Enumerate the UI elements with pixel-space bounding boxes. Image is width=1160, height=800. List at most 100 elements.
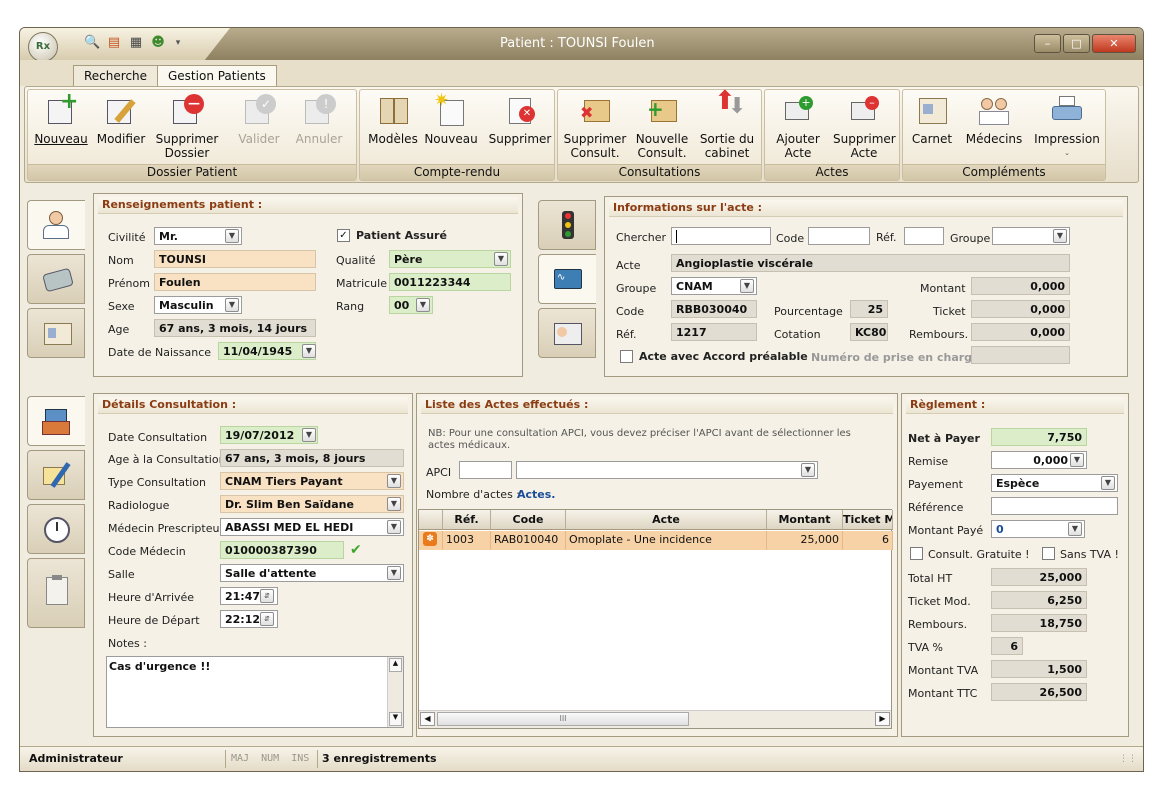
- calendar-icon[interactable]: ▦: [128, 35, 144, 51]
- sans-tva-checkbox[interactable]: [1042, 547, 1055, 560]
- id-card-icon: [42, 319, 72, 349]
- ribbon-group-compte-rendu: Modèles ✷ Nouveau ✕ Supprimer Compte-ren…: [359, 89, 555, 181]
- spinner-icon[interactable]: ⇵: [260, 612, 274, 626]
- chevron-down-icon[interactable]: ▼: [225, 229, 239, 243]
- reference-input[interactable]: [991, 497, 1118, 515]
- clipboard-icon: [42, 575, 72, 605]
- chevron-down-icon[interactable]: ▼: [801, 463, 815, 477]
- chevron-down-icon[interactable]: ▼: [494, 252, 508, 266]
- medecin-label: Médecin Prescripteur: [108, 522, 224, 535]
- tab-recherche[interactable]: Recherche: [73, 65, 159, 87]
- sortie-cabinet-button[interactable]: ⬆ ⬇ Sortie du cabinet: [696, 88, 758, 160]
- chevron-down-icon[interactable]: ▼: [387, 497, 401, 511]
- montant-label: Montant: [920, 282, 966, 295]
- rembours-field: 0,000: [971, 323, 1070, 341]
- chevron-down-icon[interactable]: ▼: [416, 298, 430, 312]
- chevron-up-icon[interactable]: ▲: [389, 658, 402, 672]
- tab-prescription[interactable]: [27, 450, 85, 500]
- search-icon[interactable]: 🔍: [84, 35, 100, 51]
- apci-code-input[interactable]: [459, 461, 512, 479]
- tab-gestion-patients[interactable]: Gestion Patients: [157, 65, 277, 87]
- supprimer-acte-button[interactable]: – Supprimer Acte: [833, 92, 896, 160]
- tab-payment-card[interactable]: [27, 254, 85, 304]
- chevron-down-icon[interactable]: ▼: [302, 344, 316, 358]
- tab-doctor-screen[interactable]: [538, 308, 596, 358]
- payement-select[interactable]: Espèce: [991, 474, 1118, 492]
- impression-button[interactable]: Impression ⌄: [1031, 92, 1103, 160]
- ref-search-input[interactable]: [904, 227, 944, 245]
- chevron-down-icon[interactable]: ▼: [1101, 476, 1115, 490]
- chevron-left-icon[interactable]: ◀: [420, 712, 435, 726]
- code-medecin-field[interactable]: 010000387390: [220, 541, 344, 559]
- tab-consultation[interactable]: [27, 396, 85, 446]
- notes-textarea[interactable]: Cas d'urgence !! ▲ ▼: [106, 656, 404, 728]
- chercher-input[interactable]: [671, 227, 771, 245]
- scroll-thumb[interactable]: III: [437, 712, 689, 726]
- supprimer-dossier-button[interactable]: — Supprimer Dossier: [152, 92, 222, 160]
- tab-timer[interactable]: [27, 504, 85, 554]
- patient-assure-checkbox[interactable]: ✓: [337, 229, 350, 242]
- chevron-down-icon[interactable]: ▼: [302, 428, 316, 442]
- minimize-button[interactable]: –: [1034, 34, 1061, 53]
- medecin-select[interactable]: ABASSI MED EL HEDI: [220, 518, 404, 536]
- ticket-mod-field: 6,250: [991, 591, 1087, 609]
- close-button[interactable]: ✕: [1092, 34, 1136, 53]
- chevron-down-icon[interactable]: ▼: [740, 279, 754, 293]
- ajouter-acte-button[interactable]: + Ajouter Acte: [769, 92, 827, 160]
- database-icon[interactable]: ▤: [106, 35, 122, 51]
- tab-traffic-light[interactable]: [538, 200, 596, 250]
- nom-field[interactable]: TOUNSI: [154, 250, 316, 268]
- chevron-down-icon[interactable]: ▼: [387, 474, 401, 488]
- salle-select[interactable]: Salle d'attente: [220, 564, 404, 582]
- radiologue-select[interactable]: Dr. Slim Ben Saïdane: [220, 495, 404, 513]
- column-header-ref[interactable]: Réf.: [443, 510, 491, 530]
- carnet-button[interactable]: Carnet: [907, 92, 957, 146]
- gratuite-checkbox[interactable]: [910, 547, 923, 560]
- modifier-dossier-button[interactable]: Modifier: [96, 92, 146, 146]
- supprimer-consult-button[interactable]: ✖ Supprimer Consult.: [562, 92, 628, 160]
- panel-title: Règlement :: [906, 397, 1124, 414]
- chevron-down-icon[interactable]: ▼: [1070, 453, 1084, 467]
- chevron-right-icon[interactable]: ▶: [875, 712, 890, 726]
- column-header-code[interactable]: Code: [491, 510, 566, 530]
- supprimer-compte-rendu-button[interactable]: ✕ Supprimer: [488, 92, 552, 146]
- scrollbar[interactable]: ▲ ▼: [387, 657, 403, 727]
- nouveau-dossier-button[interactable]: + Nouveau: [34, 91, 88, 147]
- chevron-down-icon[interactable]: ▼: [387, 566, 401, 580]
- medecins-button[interactable]: Médecins: [963, 92, 1025, 146]
- column-header-ticket[interactable]: Ticket M: [843, 510, 893, 530]
- chevron-down-icon[interactable]: ▼: [225, 298, 239, 312]
- montant-ttc-field: 26,500: [991, 683, 1087, 701]
- app-menu-button[interactable]: Rx: [28, 32, 58, 62]
- apci-select[interactable]: [516, 461, 818, 479]
- chevron-down-icon[interactable]: ▼: [389, 712, 402, 726]
- maximize-button[interactable]: □: [1063, 34, 1090, 53]
- chevron-down-icon[interactable]: ▼: [1068, 522, 1082, 536]
- nouvelle-consult-button[interactable]: + Nouvelle Consult.: [632, 92, 692, 160]
- code-search-input[interactable]: [808, 227, 870, 245]
- resize-grip-icon[interactable]: ⋮⋮: [1119, 747, 1137, 771]
- qualite-select[interactable]: Père: [389, 250, 511, 268]
- modeles-button[interactable]: Modèles: [366, 92, 420, 146]
- matricule-field[interactable]: 0011223344: [389, 273, 511, 291]
- table-header-icon: [419, 510, 443, 530]
- chevron-down-icon[interactable]: ▼: [1053, 229, 1067, 243]
- ticket-mod-label: Ticket Mod.: [908, 595, 971, 608]
- user-icon[interactable]: ☻: [150, 35, 166, 51]
- customize-quick-access-icon[interactable]: ▾: [170, 35, 186, 51]
- spinner-icon[interactable]: ⇵: [260, 589, 274, 603]
- type-consultation-select[interactable]: CNAM Tiers Payant: [220, 472, 404, 490]
- horizontal-scrollbar[interactable]: ◀ III ▶: [419, 710, 891, 728]
- prenom-field[interactable]: Foulen: [154, 273, 316, 291]
- nouveau-compte-rendu-button[interactable]: ✷ Nouveau: [424, 92, 478, 147]
- column-header-montant[interactable]: Montant: [767, 510, 843, 530]
- tab-patient-info[interactable]: [27, 200, 85, 250]
- tab-patient-card[interactable]: [27, 308, 85, 358]
- tab-monitor[interactable]: ∿: [538, 254, 596, 304]
- chevron-down-icon[interactable]: ▼: [387, 520, 401, 534]
- column-header-acte[interactable]: Acte: [566, 510, 767, 530]
- accord-checkbox[interactable]: [620, 350, 633, 363]
- tab-clipboard[interactable]: [27, 558, 85, 628]
- valider-button[interactable]: ✓ Valider: [234, 92, 284, 146]
- annuler-button[interactable]: ! Annuler: [294, 92, 344, 146]
